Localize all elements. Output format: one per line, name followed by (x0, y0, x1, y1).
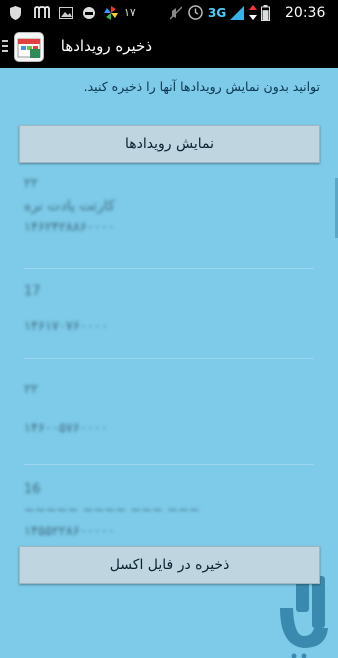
show-events-button[interactable]: نمایش رویدادها (19, 125, 320, 163)
shield-icon (10, 5, 21, 20)
event-day: 16 (24, 482, 314, 497)
divider (24, 464, 314, 465)
main-content: توانید بدون نمایش رویدادها آنها را ذخیره… (0, 68, 338, 600)
event-day: 17 (24, 284, 314, 299)
status-bar: ۱۷ 3G 20:36 (0, 0, 338, 25)
list-item[interactable]: ۲۲ ۱۴۶۰۰۵۷۶۰۰۰۰ (24, 382, 314, 436)
page-title: ذخیره رویدادها (61, 25, 152, 68)
event-date: ۱۴۶۰۰۵۷۶۰۰۰۰ (24, 421, 314, 436)
image-icon (59, 5, 73, 20)
event-date: ۱۴۵۵۲۲۸۶۰۰۰۰۰ (24, 524, 314, 539)
events-list[interactable]: ۲۲ کارتت پادت نره ۱۴۶۲۴۲۸۸۶۰۰۰۰ 17 ۱۴۶۱۷… (0, 168, 338, 538)
event-day: ۲۲ (24, 382, 314, 397)
save-to-excel-button[interactable]: ذخیره در فایل اکسل (19, 546, 320, 584)
data-icon (249, 5, 257, 20)
divider (24, 268, 314, 269)
helmet-icon (82, 5, 96, 20)
signal-icon (230, 5, 244, 20)
event-day: ۲۲ (24, 176, 314, 191)
mute-icon (170, 5, 182, 20)
clock-icon (188, 5, 203, 20)
list-item[interactable]: ۲۲ کارتت پادت نره ۱۴۶۲۴۲۸۸۶۰۰۰۰ (24, 176, 314, 235)
notification-count: ۱۷ (124, 5, 136, 20)
battery-icon (261, 5, 270, 20)
pinwheel-icon (104, 5, 118, 20)
list-item[interactable]: 16 ~~~~~ ~~~~ ~~~ ~~~ ۱۴۵۵۲۲۸۶۰۰۰۰۰ (24, 482, 314, 539)
m-logo-icon (34, 5, 50, 20)
event-date: ۱۴۶۱۷۰۷۶۰۰۰۰ (24, 319, 314, 334)
intro-text: توانید بدون نمایش رویدادها آنها را ذخیره… (20, 78, 320, 96)
event-title: ~~~~~ ~~~~ ~~~ ~~~ (24, 503, 314, 518)
divider (24, 358, 314, 359)
time: 20:36 (285, 5, 325, 20)
list-item[interactable]: 17 ۱۴۶۱۷۰۷۶۰۰۰۰ (24, 284, 314, 334)
event-date: ۱۴۶۲۴۲۸۸۶۰۰۰۰ (24, 220, 314, 235)
event-title: کارتت پادت نره (24, 198, 314, 214)
3g-icon: 3G (208, 5, 226, 20)
